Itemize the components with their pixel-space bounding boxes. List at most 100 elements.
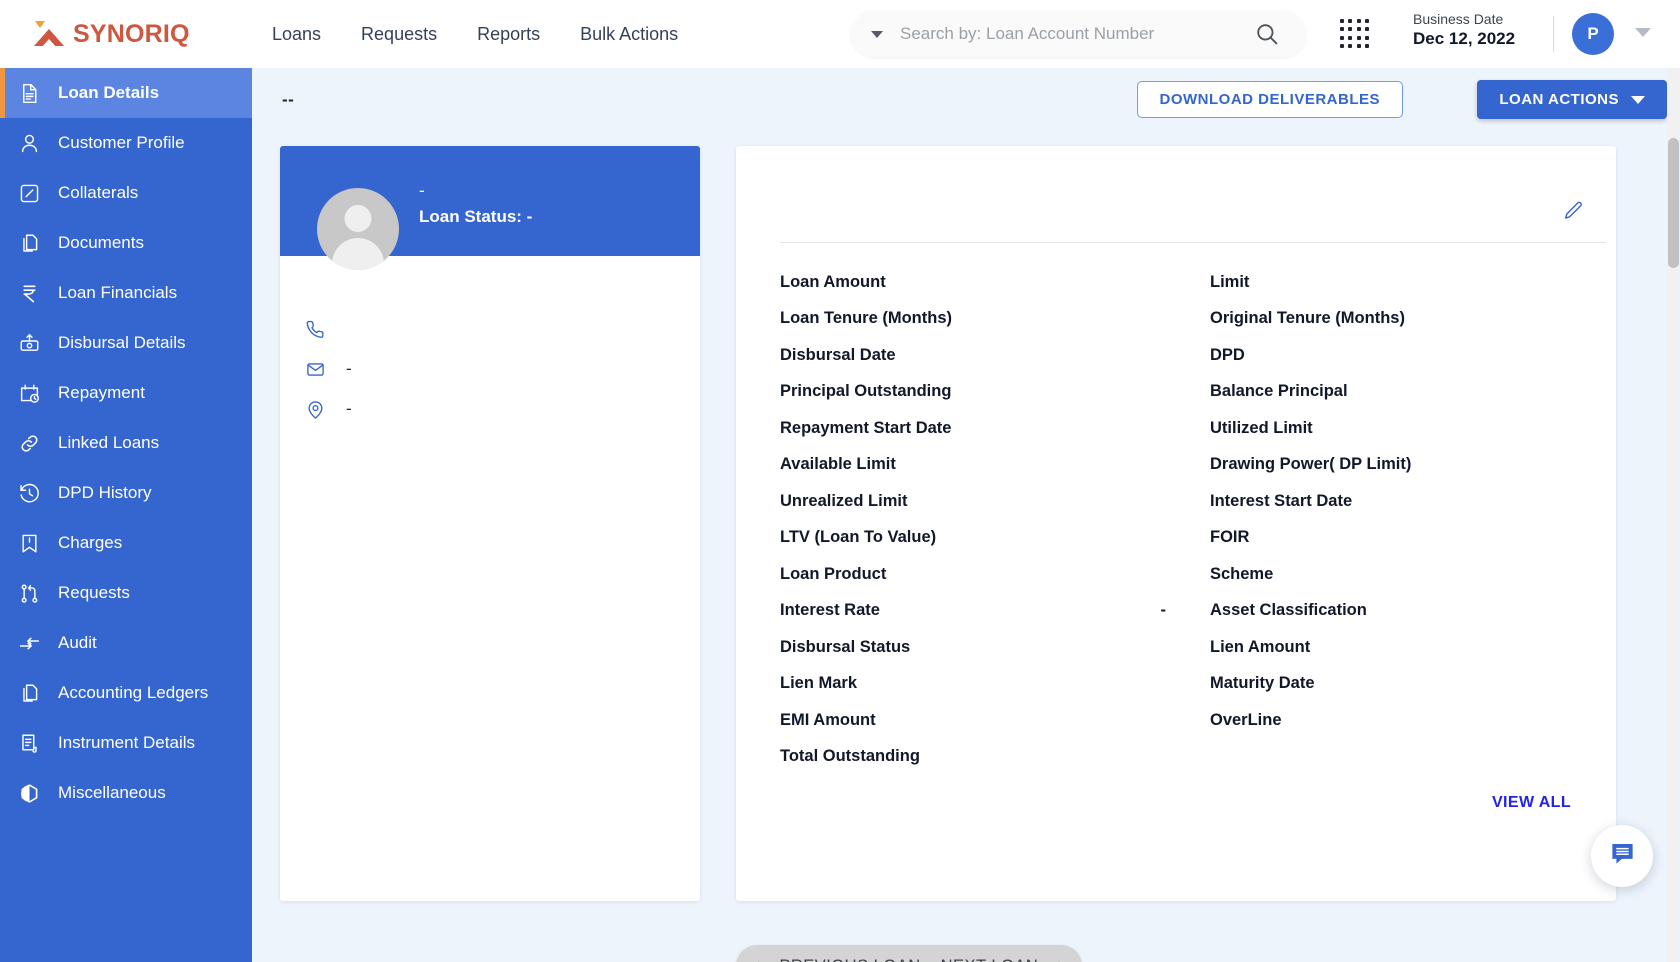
field-label: Limit [1210,272,1250,291]
nav-item-bulk-actions[interactable]: Bulk Actions [580,24,678,45]
sidebar-item-documents[interactable]: Documents [0,218,252,268]
edit-icon[interactable] [1563,200,1584,226]
field-label: Disbursal Status [780,637,911,656]
sidebar-item-label: Charges [58,533,123,552]
field-dpd: DPD [1210,337,1606,374]
email-icon [302,360,328,379]
action-toolbar: -- DOWNLOAD DELIVERABLES LOAN ACTIONS [252,68,1680,126]
sidebar-item-linked-loans[interactable]: Linked Loans [0,418,252,468]
business-date-value: Dec 12, 2022 [1413,29,1516,48]
search-type-chevron-down-icon[interactable] [871,30,883,38]
field-label: Repayment Start Date [780,418,952,437]
loan-fields-grid: Loan Amount Limit Loan Tenure (Months) O… [780,264,1606,775]
sidebar-item-label: Documents [58,233,144,252]
sidebar-item-customer-profile[interactable]: Customer Profile [0,118,252,168]
sidebar-item-label: Audit [58,633,97,652]
nav-item-requests[interactable]: Requests [361,24,437,45]
field-available-limit: Available Limit [780,447,1210,484]
field-label: Total Outstanding [780,747,920,766]
chevron-left-icon[interactable]: ‹ [750,955,764,962]
field-interest-start-date: Interest Start Date [1210,483,1606,520]
field-disbursal-date: Disbursal Date [780,337,1210,374]
page-scrollbar-thumb[interactable] [1668,138,1679,268]
sidebar-item-label: Instrument Details [58,733,195,752]
field-drawing-power: Drawing Power( DP Limit) [1210,447,1606,484]
contact-list: - - [280,256,700,429]
previous-loan-button[interactable]: PREVIOUS LOAN [774,957,925,962]
sidebar-item-charges[interactable]: Charges [0,518,252,568]
sidebar-item-repayment[interactable]: Repayment [0,368,252,418]
brand-name: SYNORIQ [73,19,190,48]
field-loan-product: Loan Product [780,556,1210,593]
bookmark-icon [14,528,44,558]
field-label: OverLine [1210,710,1282,729]
cash-out-icon [14,328,44,358]
field-label: Loan Tenure (Months) [780,309,953,328]
sidebar-item-audit[interactable]: Audit [0,618,252,668]
nav-item-reports[interactable]: Reports [477,24,540,45]
field-label: Unrealized Limit [780,491,908,510]
field-label: Disbursal Date [780,345,896,364]
square-slash-icon [14,178,44,208]
next-loan-button[interactable]: NEXT LOAN [936,957,1044,962]
chat-support-button[interactable] [1591,825,1653,887]
business-date: Business Date Dec 12, 2022 [1413,11,1515,49]
sidebar-item-instrument-details[interactable]: Instrument Details [0,718,252,768]
sidebar-item-loan-financials[interactable]: Loan Financials [0,268,252,318]
apps-grid-icon[interactable] [1340,19,1370,49]
profile-summary: - Loan Status: - [419,178,532,230]
address-value: - [346,399,352,418]
loan-details-card: Loan Amount Limit Loan Tenure (Months) O… [736,146,1616,901]
sidebar-item-requests[interactable]: Requests [0,568,252,618]
sidebar-item-miscellaneous[interactable]: Miscellaneous [0,768,252,818]
main-nav: Loans Requests Reports Bulk Actions [272,24,678,45]
field-asset-classification: Asset Classification [1210,593,1606,630]
brand-logo[interactable]: SYNORIQ [32,20,242,49]
rupee-icon [14,278,44,308]
field-loan-tenure: Loan Tenure (Months) [780,301,1210,338]
field-label: Available Limit [780,455,896,474]
sidebar-item-label: DPD History [58,483,152,502]
account-chevron-down-icon[interactable] [1635,28,1651,37]
sidebar-item-label: Disbursal Details [58,333,186,352]
field-maturity-date: Maturity Date [1210,666,1606,703]
branch-arrow-icon [14,578,44,608]
sidebar-item-disbursal-details[interactable]: Disbursal Details [0,318,252,368]
search-bar[interactable] [851,11,1306,57]
phone-icon [302,320,328,339]
chevron-right-icon[interactable]: › [1053,955,1067,962]
view-all-link[interactable]: VIEW ALL [1492,794,1571,812]
hexagon-half-icon [14,778,44,808]
field-value: - [1160,601,1167,620]
nav-item-loans[interactable]: Loans [272,24,321,45]
top-header: SYNORIQ Loans Requests Reports Bulk Acti… [0,0,1680,68]
sidebar-item-label: Repayment [58,383,145,402]
sidebar: Loan Details Customer Profile Collateral… [0,68,252,962]
sidebar-item-accounting-ledgers[interactable]: Accounting Ledgers [0,668,252,718]
sidebar-item-dpd-history[interactable]: DPD History [0,468,252,518]
field-unrealized-limit: Unrealized Limit [780,483,1210,520]
sidebar-item-label: Collaterals [58,183,139,202]
download-deliverables-button[interactable]: DOWNLOAD DELIVERABLES [1136,81,1403,118]
sidebar-item-label: Miscellaneous [58,783,166,802]
field-ltv: LTV (Loan To Value) [780,520,1210,557]
field-interest-rate: Interest Rate - [780,593,1210,630]
loan-actions-button[interactable]: LOAN ACTIONS [1477,80,1667,119]
business-date-label: Business Date [1413,11,1504,27]
sidebar-item-loan-details[interactable]: Loan Details [0,68,252,118]
loan-status: Loan Status: - [419,207,533,226]
search-icon[interactable] [1254,21,1280,47]
sidebar-item-label: Requests [58,583,130,602]
field-lien-mark: Lien Mark [780,666,1210,703]
synoriq-chevron-icon [32,21,66,48]
field-disbursal-status: Disbursal Status [780,629,1210,666]
search-input[interactable] [900,24,1254,44]
app-root: SYNORIQ Loans Requests Reports Bulk Acti… [0,0,1680,962]
field-label: Scheme [1210,564,1274,583]
copy-pages-icon [14,228,44,258]
avatar[interactable]: P [1572,13,1614,55]
field-label: Loan Amount [780,272,886,291]
sidebar-item-collaterals[interactable]: Collaterals [0,168,252,218]
field-label: FOIR [1210,528,1250,547]
page-scrollbar-track[interactable] [1667,68,1680,962]
